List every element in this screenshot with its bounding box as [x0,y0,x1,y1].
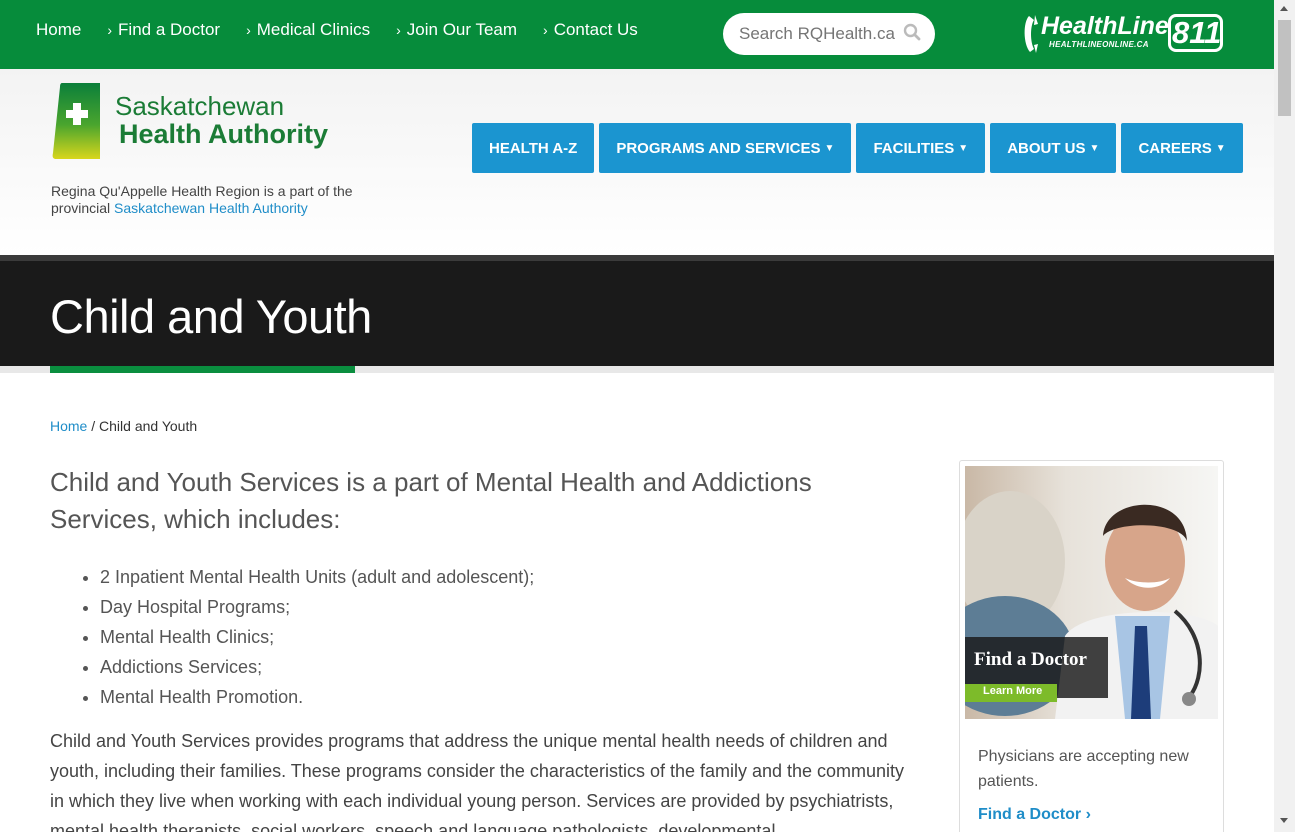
top-nav-home[interactable]: Home [36,20,81,40]
title-accent-bar [50,366,355,373]
nav-careers[interactable]: CAREERS ▼ [1121,123,1243,173]
link-label: Find a Doctor [978,806,1082,823]
chevron-down-icon: ▼ [824,142,835,154]
nav-label: ABOUT US [1007,139,1086,157]
nav-health-a-z[interactable]: HEALTH A-Z [472,123,595,173]
chevron-right-icon: › [107,22,113,38]
nav-label: CAREERS [1138,139,1212,157]
card-caption: Physicians are accepting new patients. [978,748,1189,790]
logo-line-2: Health Authority [119,119,328,149]
top-nav-medical-clinics[interactable]: › Medical Clinics [246,20,370,40]
top-nav-label: Find a Doctor [118,20,221,39]
list-item: Addictions Services; [100,652,534,682]
chevron-right-icon: › [1085,806,1091,823]
nav-about-us[interactable]: ABOUT US ▼ [990,123,1117,173]
chevron-down-icon: ▼ [958,142,969,154]
list-item: Mental Health Promotion. [100,682,534,712]
chevron-right-icon: › [246,22,251,38]
top-nav: Home › Find a Doctor › Medical Clinics ›… [36,20,664,40]
top-bar: Home › Find a Doctor › Medical Clinics ›… [0,0,1274,69]
title-band: Child and Youth [0,261,1274,366]
list-item: Mental Health Clinics; [100,622,534,652]
top-nav-contact-us[interactable]: › Contact Us [543,20,638,40]
site-header: Saskatchewan Health Authority Regina Qu'… [0,69,1274,255]
scrollbar-thumb[interactable] [1278,20,1291,116]
breadcrumb-separator: / [87,418,100,434]
doctor-illustration [965,466,1218,719]
tagline-link[interactable]: Saskatchewan Health Authority [114,200,308,216]
nav-facilities[interactable]: FACILITIES ▼ [856,123,986,173]
top-nav-find-a-doctor[interactable]: › Find a Doctor [107,20,220,40]
body-paragraph: Child and Youth Services provides progra… [50,731,905,832]
healthline-brand: HealthLine [1041,12,1169,40]
logo-line-1: Saskatchewan [115,91,285,121]
find-a-doctor-card: Find a Doctor Learn More Physicians are … [959,460,1224,832]
nav-label: PROGRAMS AND SERVICES [616,139,821,157]
scroll-up-arrow-icon[interactable] [1280,6,1288,11]
region-tagline: Regina Qu'Appelle Health Region is a par… [51,183,371,217]
doctor-photo[interactable]: Find a Doctor Learn More [965,466,1218,719]
healthline-811-logo[interactable]: HealthLine HEALTHLINEONLINE.CA 811 [1021,12,1226,56]
chevron-down-icon: ▼ [1089,142,1100,154]
search-input[interactable] [737,23,901,45]
learn-more-button[interactable]: Learn More [983,685,1042,697]
services-list: 2 Inpatient Mental Health Units (adult a… [50,562,534,712]
vertical-scrollbar[interactable] [1274,0,1295,832]
top-nav-join-our-team[interactable]: › Join Our Team [396,20,517,40]
list-item: 2 Inpatient Mental Health Units (adult a… [100,562,534,592]
page: Home › Find a Doctor › Medical Clinics ›… [0,0,1274,832]
image-title: Find a Doctor [974,649,1087,670]
chevron-right-icon: › [543,22,548,38]
nav-label: FACILITIES [873,139,955,157]
nav-label: HEALTH A-Z [489,139,578,157]
healthline-number: 811 [1172,15,1222,50]
chevron-down-icon: ▼ [1215,142,1226,154]
search-box [723,13,935,55]
main-nav: HEALTH A-Z PROGRAMS AND SERVICES ▼ FACIL… [472,123,1248,173]
healthline-url: HEALTHLINEONLINE.CA [1049,40,1149,49]
chevron-right-icon: › [396,22,401,38]
top-nav-label: Join Our Team [406,20,518,39]
health-cross-icon [52,83,100,159]
breadcrumb-home[interactable]: Home [50,418,87,434]
scroll-down-arrow-icon[interactable] [1280,818,1288,823]
breadcrumb: Home / Child and Youth [50,418,197,434]
top-nav-label: Medical Clinics [256,20,371,39]
find-a-doctor-link[interactable]: Find a Doctor › [978,806,1091,824]
top-nav-label: Home [36,20,82,39]
sha-logo[interactable]: Saskatchewan Health Authority [52,83,328,164]
page-title: Child and Youth [50,290,372,343]
top-nav-label: Contact Us [553,20,638,39]
lead-paragraph: Child and Youth Services is a part of Me… [50,467,812,534]
breadcrumb-current: Child and Youth [99,418,198,434]
list-item: Day Hospital Programs; [100,592,534,622]
search-icon[interactable] [903,23,921,46]
nav-programs-and-services[interactable]: PROGRAMS AND SERVICES ▼ [599,123,852,173]
